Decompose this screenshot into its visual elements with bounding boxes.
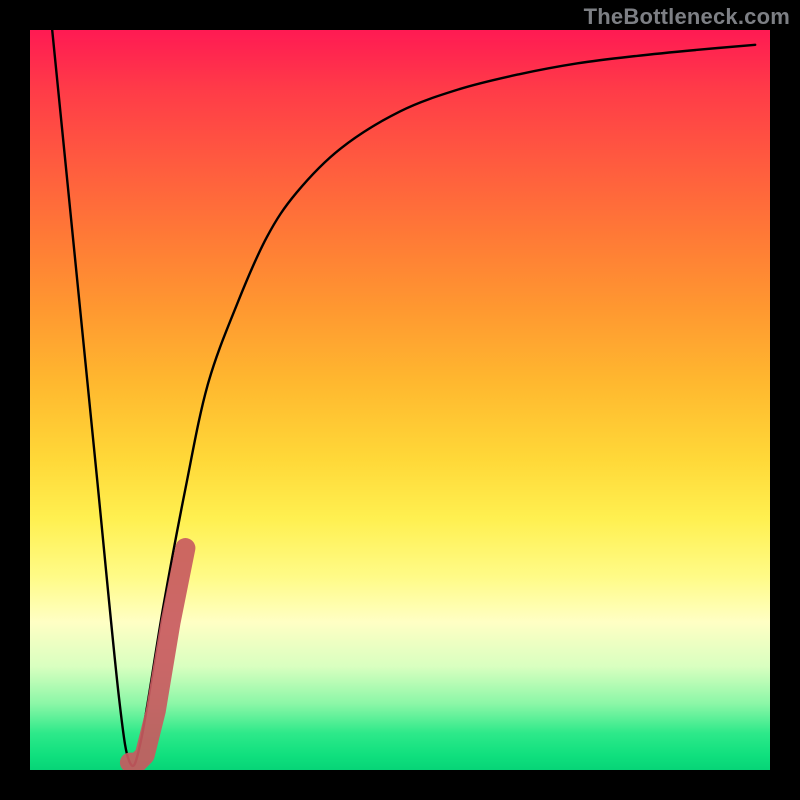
marker-stroke [130,548,186,763]
plot-area [30,30,770,770]
chart-svg [30,30,770,770]
watermark-text: TheBottleneck.com [584,4,790,30]
chart-frame: TheBottleneck.com [0,0,800,800]
